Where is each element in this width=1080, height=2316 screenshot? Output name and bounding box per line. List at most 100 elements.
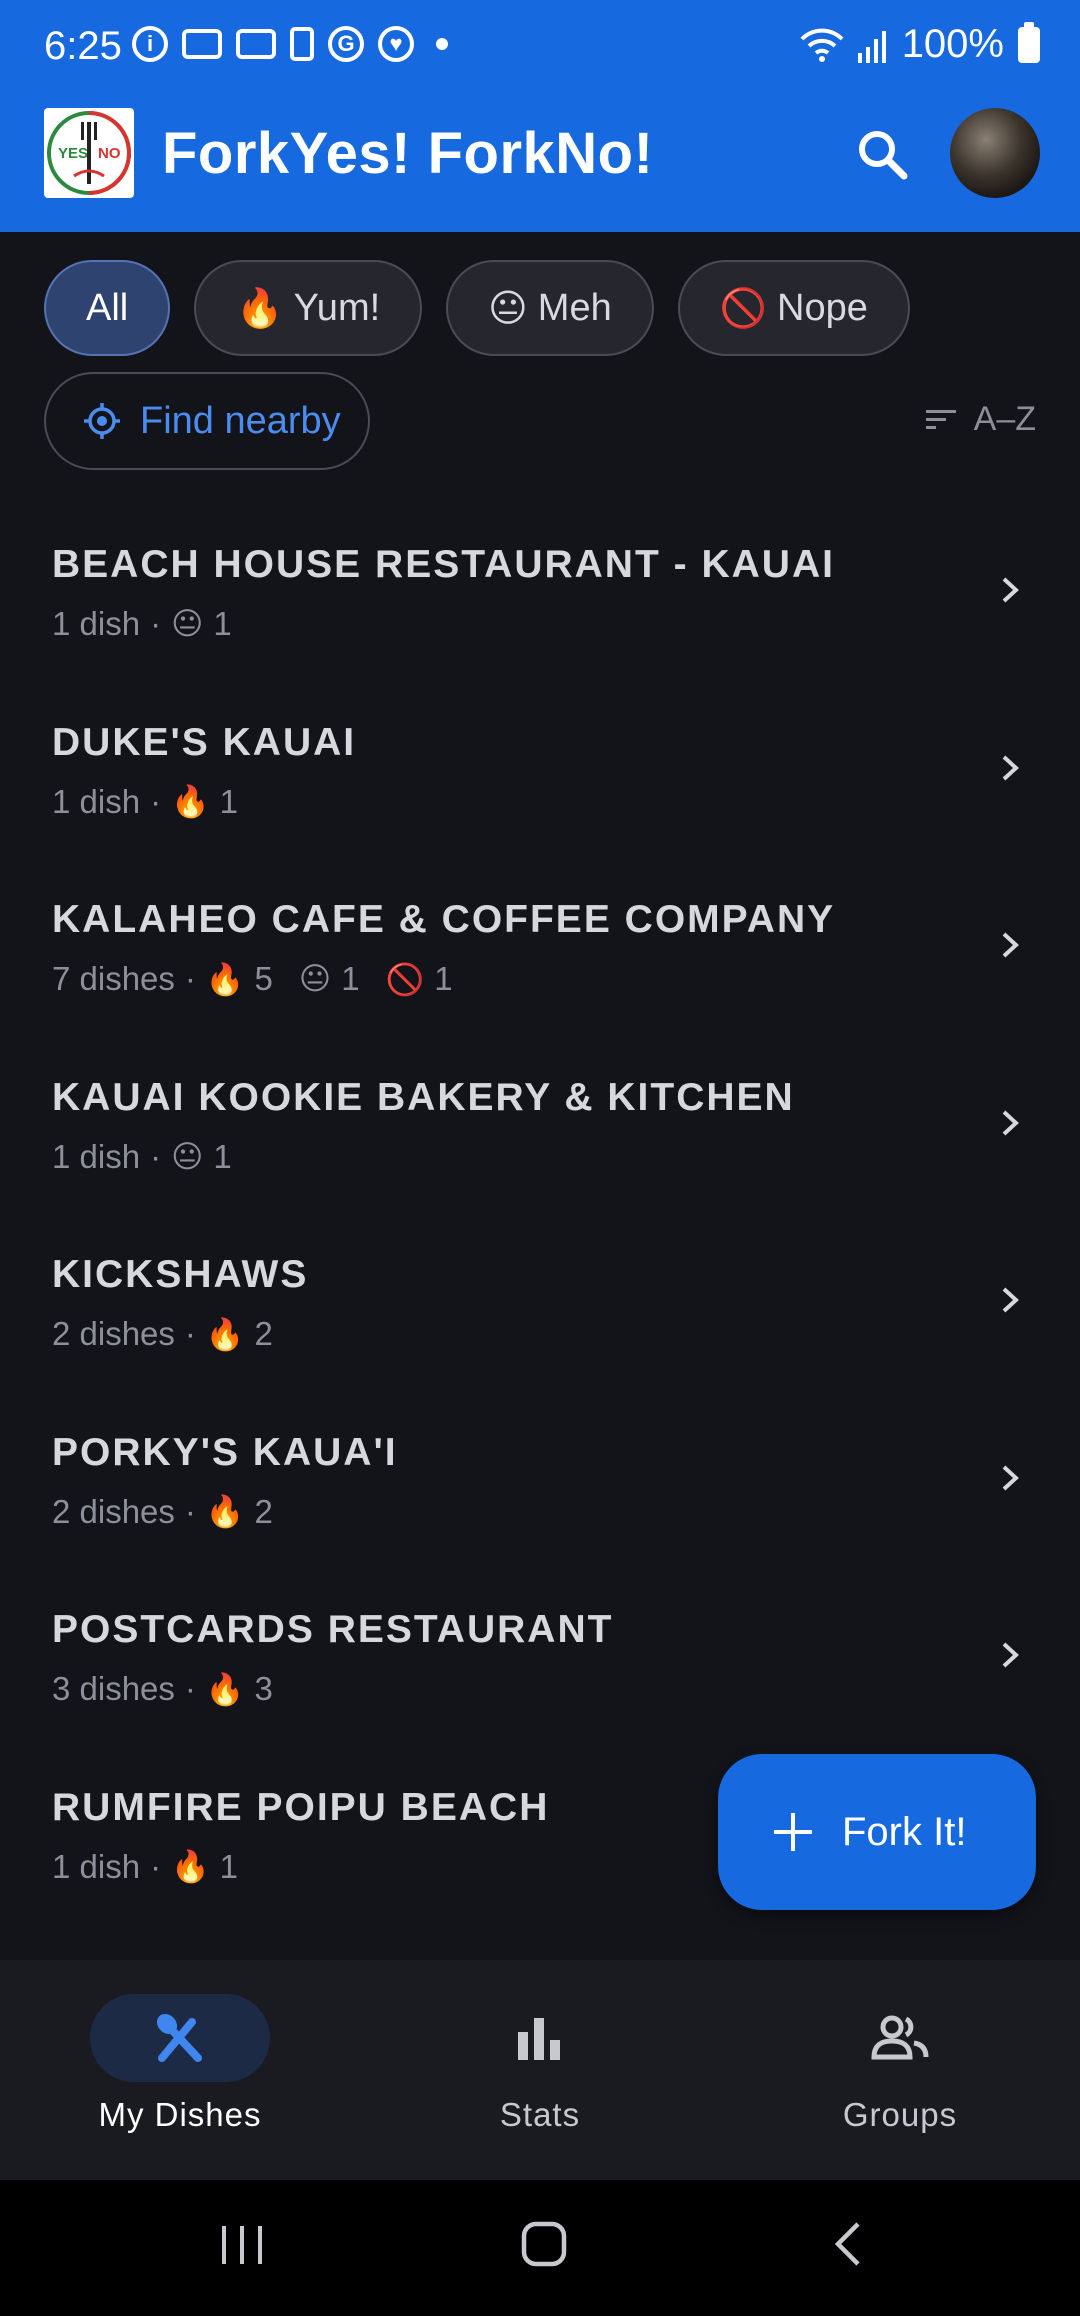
google-icon: G — [328, 26, 364, 62]
fire-icon: 🔥 — [205, 1494, 245, 1530]
signal-icon — [857, 27, 888, 63]
find-nearby-button[interactable]: Find nearby — [44, 372, 370, 470]
list-item[interactable]: PORKY'S KAUA'I 2 dishes · 🔥 2 — [0, 1391, 1080, 1569]
user-avatar[interactable] — [950, 108, 1040, 198]
list-item[interactable]: KALAHEO CAFE & COFFEE COMPANY 7 dishes ·… — [0, 858, 1080, 1036]
chip-label: All — [86, 286, 129, 329]
nav-label: My Dishes — [98, 2096, 262, 2133]
restaurant-list: BEACH HOUSE RESTAURANT - KAUAI 1 dish · … — [0, 503, 1080, 1923]
svg-text:YES: YES — [58, 145, 88, 162]
nav-indicator — [90, 1994, 270, 2082]
list-item[interactable]: POSTCARDS RESTAURANT 3 dishes · 🔥 3 — [0, 1568, 1080, 1746]
list-item[interactable]: DUKE'S KAUAI 1 dish · 🔥 1 — [0, 681, 1080, 859]
restaurant-meta: 1 dish · 🔥 1 — [52, 783, 254, 821]
fire-icon: 🔥 — [236, 285, 284, 330]
info-icon: i — [132, 26, 168, 62]
home-icon — [521, 2221, 567, 2267]
nav-label: Groups — [842, 2096, 958, 2133]
chevron-right-icon — [1002, 1110, 1019, 1135]
fire-icon: 🔥 — [205, 1316, 245, 1353]
media-icon — [182, 29, 222, 59]
sort-icon — [925, 409, 956, 429]
restaurant-name: PORKY'S KAUA'I — [52, 1430, 398, 1474]
neutral-face-icon: 😐 — [298, 961, 332, 997]
list-item[interactable]: KICKSHAWS 2 dishes · 🔥 2 — [0, 1213, 1080, 1391]
chevron-right-icon — [1002, 1642, 1019, 1668]
dish-count: 2 dishes — [52, 1315, 175, 1352]
chevron-right-icon — [1002, 755, 1019, 780]
rating-count: 3 — [254, 1670, 273, 1707]
dish-count: 1 dish — [52, 605, 141, 642]
list-item[interactable]: BEACH HOUSE RESTAURANT - KAUAI 1 dish · … — [0, 503, 1080, 681]
fire-icon: 🔥 — [205, 961, 245, 998]
chevron-right-icon — [1002, 1287, 1019, 1313]
chip-nope[interactable]: 🚫 Nope — [677, 260, 910, 356]
neutral-face-icon: 😐 — [171, 1138, 204, 1175]
chevron-right-icon — [1002, 932, 1019, 958]
separator: · — [150, 1137, 162, 1175]
top-app-area: 6:25 i G ♥ 100% YES NO ForkYes! ForkNo! — [0, 0, 1080, 232]
fork-it-button[interactable]: Fork It! — [718, 1754, 1036, 1910]
home-button[interactable] — [520, 2220, 568, 2273]
neutral-face-icon: 😐 — [171, 606, 204, 642]
fire-icon: 🔥 — [171, 1849, 210, 1885]
phone-icon — [290, 27, 314, 61]
battery-percent: 100% — [901, 22, 1004, 66]
nav-stats[interactable]: Stats — [360, 1994, 720, 2134]
neutral-face-icon: 😐 — [488, 286, 528, 330]
restaurant-meta: 1 dish · 😐 1 — [52, 1138, 248, 1176]
more-notifications-icon — [436, 38, 448, 50]
separator: · — [150, 605, 162, 642]
dish-count: 3 dishes — [52, 1670, 175, 1707]
rating-count: 5 — [254, 960, 273, 997]
prohibited-icon: 🚫 — [385, 961, 425, 998]
nav-indicator — [810, 1994, 990, 2082]
system-status: 100% — [800, 21, 1040, 67]
search-icon — [859, 131, 908, 180]
plus-icon — [774, 1813, 812, 1851]
recent-apps-icon — [222, 2226, 262, 2264]
chip-yum[interactable]: 🔥 Yum! — [194, 260, 423, 356]
chip-all[interactable]: All — [44, 260, 171, 356]
rating-count: 1 — [219, 782, 239, 820]
separator: · — [150, 782, 162, 820]
find-nearby-label: Find nearby — [140, 399, 341, 442]
restaurant-meta: 2 dishes · 🔥 2 — [52, 1493, 289, 1531]
nav-groups[interactable]: Groups — [720, 1994, 1080, 2134]
filter-chips: All 🔥 Yum! 😐 Meh 🚫 Nope — [44, 260, 910, 356]
restaurant-name: KAUAI KOOKIE BAKERY & KITCHEN — [52, 1075, 795, 1119]
system-navigation-bar — [0, 2180, 1080, 2316]
list-item[interactable]: KAUAI KOOKIE BAKERY & KITCHEN 1 dish · 😐… — [0, 1036, 1080, 1214]
restaurant-meta: 7 dishes · 🔥 5 😐 1 🚫 1 — [52, 960, 469, 998]
dish-count: 7 dishes — [52, 960, 175, 997]
rating-count: 2 — [254, 1315, 273, 1352]
chevron-right-icon — [1002, 1465, 1019, 1490]
rating-count: 1 — [434, 960, 453, 997]
restaurant-meta: 2 dishes · 🔥 2 — [52, 1315, 289, 1353]
rating-count: 1 — [219, 1847, 239, 1885]
app-title: ForkYes! ForkNo! — [162, 121, 654, 186]
rating-count: 1 — [341, 960, 360, 997]
rating-count: 2 — [254, 1492, 273, 1530]
search-button[interactable] — [850, 122, 916, 188]
prohibited-icon: 🚫 — [719, 285, 768, 330]
location-target-icon — [84, 403, 120, 439]
dish-count: 1 dish — [52, 782, 141, 820]
nav-my-dishes[interactable]: My Dishes — [0, 1994, 360, 2134]
sort-label: A–Z — [973, 400, 1036, 438]
recent-apps-button[interactable] — [218, 2220, 266, 2273]
app-bar: YES NO ForkYes! ForkNo! — [0, 92, 1080, 232]
back-icon — [834, 2222, 860, 2266]
chip-meh[interactable]: 😐 Meh — [446, 260, 654, 356]
wifi-icon — [800, 25, 844, 65]
fab-label: Fork It! — [842, 1809, 967, 1854]
chip-label: Meh — [537, 286, 612, 329]
battery-icon — [1018, 21, 1040, 63]
fire-icon: 🔥 — [205, 1671, 245, 1708]
people-icon — [871, 2015, 929, 2060]
chevron-right-icon — [1002, 577, 1019, 603]
back-button[interactable] — [826, 2220, 874, 2273]
chip-label: Nope — [777, 286, 868, 329]
sort-button[interactable]: A–Z — [925, 400, 1036, 439]
chip-label: Yum! — [293, 286, 381, 329]
